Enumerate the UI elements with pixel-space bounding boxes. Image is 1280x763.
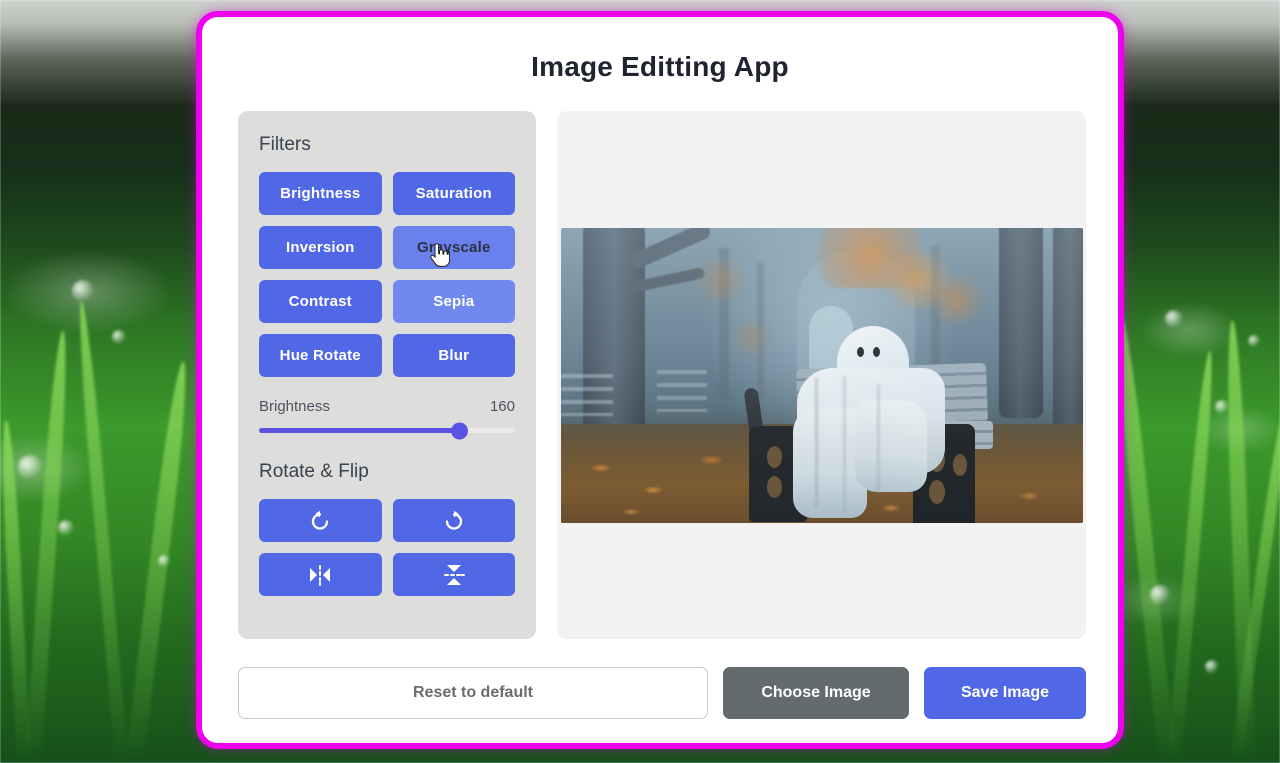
save-image-button[interactable]: Save Image xyxy=(924,667,1086,719)
rotate-right-icon xyxy=(442,509,466,533)
filter-slider-block: Brightness 160 xyxy=(259,398,515,439)
filter-button-blur[interactable]: Blur xyxy=(392,334,515,377)
slider-value: 160 xyxy=(489,398,515,415)
rotate-left-button[interactable] xyxy=(259,499,382,542)
slider-label-row: Brightness 160 xyxy=(259,398,515,415)
filter-button-sepia[interactable]: Sepia xyxy=(392,280,515,323)
workspace: Filters Brightness Saturation Inversion … xyxy=(238,111,1086,639)
rotate-flip-heading: Rotate & Flip xyxy=(259,461,369,482)
slider-label: Brightness xyxy=(259,398,330,415)
app-card: Image Editting App Filters Brightness Sa… xyxy=(196,11,1124,749)
flip-vertical-button[interactable] xyxy=(392,553,515,596)
rotate-right-button[interactable] xyxy=(392,499,515,542)
reset-to-default-button[interactable]: Reset to default xyxy=(238,667,708,719)
choose-image-button[interactable]: Choose Image xyxy=(723,667,909,719)
rotate-flip-button-grid xyxy=(259,499,515,596)
filter-button-contrast[interactable]: Contrast xyxy=(259,280,382,323)
brightness-slider[interactable] xyxy=(259,422,515,439)
slider-fill xyxy=(259,428,459,433)
rotate-left-icon xyxy=(308,509,332,533)
filter-button-grayscale[interactable]: Grayscale xyxy=(392,226,515,269)
image-preview-panel xyxy=(557,111,1086,639)
flip-horizontal-icon xyxy=(307,564,333,586)
filters-heading: Filters xyxy=(259,134,311,155)
filters-panel: Filters Brightness Saturation Inversion … xyxy=(238,111,536,639)
filter-button-inversion[interactable]: Inversion xyxy=(259,226,382,269)
filter-button-brightness[interactable]: Brightness xyxy=(259,172,382,215)
slider-thumb[interactable] xyxy=(450,422,468,439)
action-bar: Reset to default Choose Image Save Image xyxy=(238,667,1086,719)
filter-button-saturation[interactable]: Saturation xyxy=(392,172,515,215)
flip-horizontal-button[interactable] xyxy=(259,553,382,596)
flip-vertical-icon xyxy=(443,562,465,588)
filter-button-hue-rotate[interactable]: Hue Rotate xyxy=(259,334,382,377)
filter-button-grid: Brightness Saturation Inversion Grayscal… xyxy=(259,172,515,377)
page-title: Image Editting App xyxy=(531,51,789,82)
preview-image xyxy=(560,227,1083,523)
